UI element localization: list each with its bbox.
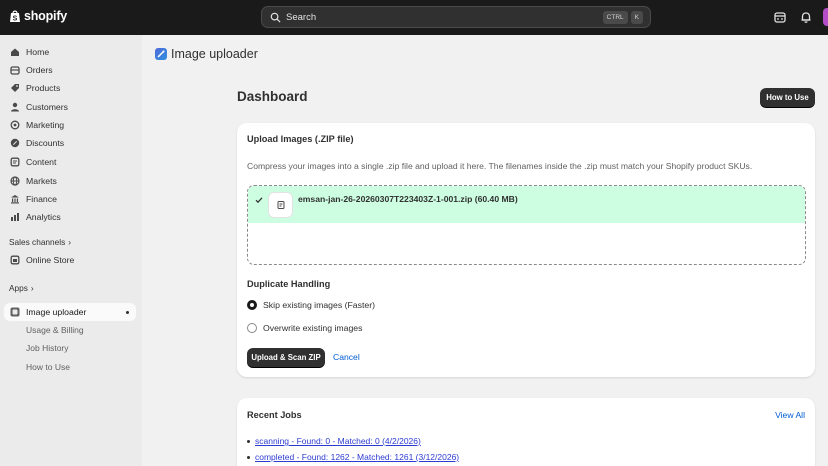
file-dropzone[interactable]: emsan-jan-26-20260307T223403Z-1-001.zip …: [247, 185, 806, 265]
shortcut-ctrl: CTRL: [602, 11, 628, 24]
job-link[interactable]: completed - Found: 1262 - Matched: 1261 …: [255, 452, 459, 462]
shopify-logo[interactable]: S shopify: [9, 9, 67, 23]
duplicate-handling-heading: Duplicate Handling: [247, 279, 331, 289]
tag-icon: [10, 83, 20, 93]
pin-icon[interactable]: [126, 311, 129, 314]
discount-icon: [10, 138, 20, 148]
recent-jobs-card: Recent Jobs View All scanning - Found: 0…: [237, 398, 815, 466]
search-shortcut: CTRL K: [602, 11, 643, 24]
how-to-use-button[interactable]: How to Use: [760, 88, 815, 107]
brand-name: shopify: [24, 9, 68, 23]
sidebar-item-discounts[interactable]: Discounts: [4, 134, 136, 152]
sidebar-subitem-job-history[interactable]: Job History: [26, 341, 69, 355]
sidebar-item-orders[interactable]: Orders: [4, 61, 136, 79]
upload-card: Upload Images (.ZIP file) Compress your …: [237, 123, 815, 377]
avatar[interactable]: [823, 8, 828, 26]
shortcut-k: K: [630, 11, 643, 24]
store-icon: [10, 255, 20, 265]
globe-icon: [10, 176, 20, 186]
option-label: Skip existing images (Faster): [263, 300, 376, 310]
list-item: scanning - Found: 0 - Matched: 0 (4/2/20…: [247, 436, 421, 446]
sidebar-item-image-uploader[interactable]: Image uploader: [4, 303, 136, 321]
job-link[interactable]: scanning - Found: 0 - Matched: 0 (4/2/20…: [255, 436, 421, 446]
sidebar-item-label: Online Store: [26, 255, 75, 265]
sidebar-item-label: Discounts: [26, 138, 65, 148]
sales-channels-label: Sales channels: [9, 237, 66, 247]
bullet: [247, 455, 250, 459]
chart-icon: [10, 212, 20, 222]
app-title-bar: Image uploader: [155, 47, 258, 61]
sidebar-item-online-store[interactable]: Online Store: [4, 251, 136, 269]
upload-help-text: Compress your images into a single .zip …: [247, 161, 753, 171]
bullet: [247, 439, 250, 443]
sidebar-item-label: Finance: [26, 194, 57, 204]
sidebar-item-home[interactable]: Home: [4, 43, 136, 61]
sidebar-item-label: Analytics: [26, 212, 61, 222]
list-item: completed - Found: 1262 - Matched: 1261 …: [247, 452, 459, 462]
sidebar-item-products[interactable]: Products: [4, 79, 136, 97]
sidebar-item-content[interactable]: Content: [4, 153, 136, 171]
target-icon: [10, 120, 20, 130]
option-label: Overwrite existing images: [263, 323, 363, 333]
bell-icon[interactable]: [799, 10, 813, 24]
option-skip-existing[interactable]: Skip existing images (Faster): [247, 300, 375, 310]
sidebar-item-analytics[interactable]: Analytics: [4, 208, 136, 226]
svg-text:S: S: [13, 16, 18, 23]
apps-toggle[interactable]: Apps ›: [9, 283, 34, 293]
option-overwrite-existing[interactable]: Overwrite existing images: [247, 323, 362, 333]
sidebar-item-label: Content: [26, 157, 57, 167]
orders-icon: [10, 65, 20, 75]
sidebar-item-label: Marketing: [26, 120, 65, 130]
app-icon: [10, 307, 20, 317]
search-icon: [270, 12, 281, 23]
bank-icon: [10, 194, 20, 204]
sidebar-item-marketing[interactable]: Marketing: [4, 116, 136, 134]
chevron-right-icon: ›: [68, 237, 72, 247]
view-all-link[interactable]: View All: [775, 410, 805, 420]
upload-card-title: Upload Images (.ZIP file): [247, 134, 354, 144]
recent-jobs-title: Recent Jobs: [247, 410, 302, 420]
radio-button[interactable]: [247, 300, 257, 310]
content-icon: [10, 157, 20, 167]
sidebar-item-label: Products: [26, 83, 61, 93]
sidebar-item-markets[interactable]: Markets: [4, 172, 136, 190]
sidebar: Home Orders Products Customers Marketing…: [0, 35, 142, 466]
sidebar-subitem-how-to-use[interactable]: How to Use: [26, 360, 70, 374]
home-icon: [10, 47, 20, 57]
file-icon: [269, 193, 292, 217]
sidebar-item-label: Home: [26, 47, 50, 57]
search-placeholder: Search: [286, 11, 317, 23]
store-switcher-icon[interactable]: [773, 10, 787, 24]
sidebar-item-finance[interactable]: Finance: [4, 190, 136, 208]
top-bar: S shopify Search CTRL K: [0, 0, 828, 35]
apps-label: Apps: [9, 283, 28, 293]
uploaded-file-row: [248, 186, 805, 223]
sidebar-item-customers[interactable]: Customers: [4, 98, 136, 116]
sidebar-item-label: Customers: [26, 102, 68, 112]
uploaded-file-name: emsan-jan-26-20260307T223403Z-1-001.zip …: [298, 194, 518, 204]
app-header-title: Image uploader: [171, 47, 258, 61]
sidebar-item-label: Image uploader: [26, 307, 87, 317]
sales-channels-toggle[interactable]: Sales channels ›: [9, 237, 71, 247]
person-icon: [10, 102, 20, 112]
image-uploader-app-icon: [155, 48, 167, 60]
search-bar[interactable]: Search CTRL K: [261, 6, 651, 28]
shopify-bag-icon: S: [10, 10, 20, 23]
radio-button[interactable]: [247, 323, 257, 333]
upload-scan-button[interactable]: Upload & Scan ZIP: [247, 348, 325, 367]
chevron-right-icon: ›: [30, 283, 34, 293]
sidebar-item-label: Orders: [26, 65, 53, 75]
check-icon: [255, 197, 263, 204]
sidebar-subitem-usage-billing[interactable]: Usage & Billing: [26, 323, 84, 337]
cancel-link[interactable]: Cancel: [333, 352, 360, 362]
sidebar-item-label: Markets: [26, 176, 57, 186]
page-title: Dashboard: [237, 89, 308, 104]
